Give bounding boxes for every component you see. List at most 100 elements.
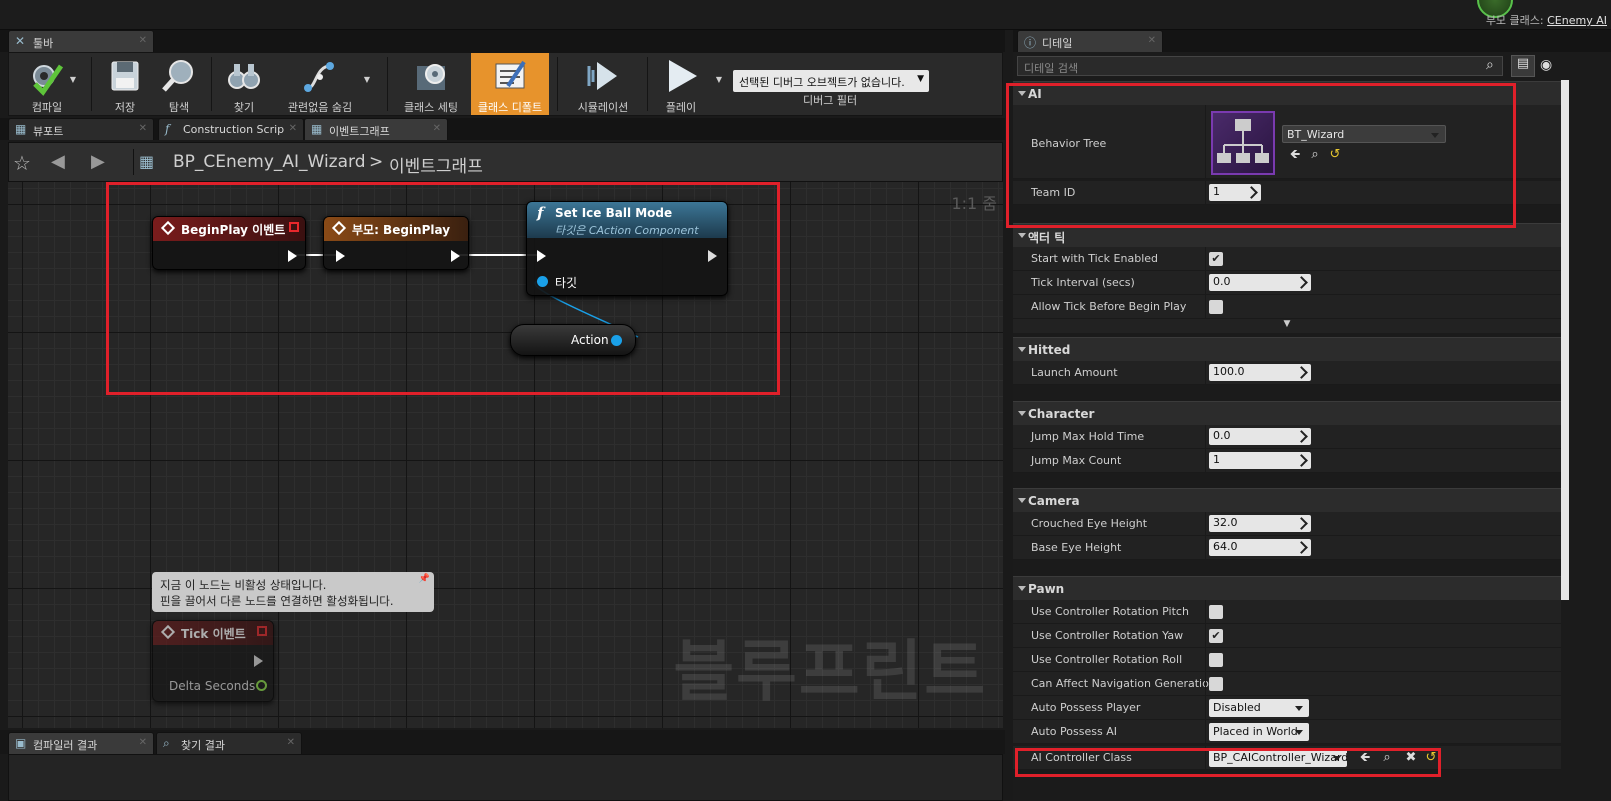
magnifier-icon (162, 60, 193, 92)
base-eye-field[interactable]: 64.0 (1209, 539, 1311, 556)
pin-icon[interactable]: 📌 (419, 574, 430, 584)
highlight-box-ai-controller (1015, 748, 1441, 777)
disabled-node-comment: 지금 이 노드는 비활성 상태입니다. 핀을 끌어서 다른 노드를 연결하면 활… (152, 572, 434, 612)
rotation-roll-checkbox[interactable] (1209, 653, 1223, 667)
forward-arrow-icon[interactable]: ▶ (91, 151, 105, 172)
tab-details[interactable]: ⓘ 디테일 ✕ (1017, 30, 1163, 52)
rotation-yaw-row: Use Controller Rotation Yaw ✔ (1013, 624, 1561, 648)
tick-interval-field[interactable]: 0.0 (1209, 274, 1311, 291)
defaults-checklist-icon (495, 60, 526, 89)
close-icon[interactable]: ✕ (289, 123, 297, 134)
tick-event-node[interactable]: Tick 이벤트 Delta Seconds (152, 620, 274, 702)
breadcrumb-graph[interactable]: 이벤트그래프 (389, 152, 483, 177)
compiler-results-panel (8, 754, 1003, 801)
node-graph-icon (304, 62, 334, 92)
details-icon: ⓘ (1024, 36, 1037, 50)
compiler-results-icon: ▣ (15, 736, 27, 750)
jump-count-field[interactable]: 1 (1209, 452, 1311, 469)
divider (211, 57, 212, 111)
tick-interval-row: Tick Interval (secs) 0.0 (1013, 271, 1561, 295)
close-icon[interactable]: ✕ (287, 737, 295, 748)
star-icon[interactable]: ☆ (13, 151, 31, 175)
section-pawn[interactable]: Pawn (1013, 576, 1561, 600)
save-button[interactable]: 저장 (99, 53, 151, 115)
hide-unrelated-button[interactable]: 관련없음 숨김 (273, 53, 367, 115)
section-camera[interactable]: Camera (1013, 488, 1561, 512)
auto-possess-ai-row: Auto Possess AI Placed in World (1013, 720, 1561, 744)
hide-unrelated-chevron-icon[interactable]: ▼ (359, 75, 375, 87)
tab-viewport[interactable]: ▦ 뷰포트 ✕ (8, 118, 154, 140)
details-tabstrip: ⓘ 디테일 ✕ (1013, 30, 1611, 52)
viewport-grid-icon: ▦ (15, 122, 27, 136)
toolbar-tabstrip: ✕ 툴바 ✕ (0, 30, 1005, 52)
close-icon[interactable]: ✕ (1148, 35, 1156, 46)
crouched-eye-field[interactable]: 32.0 (1209, 515, 1311, 532)
search-icon[interactable]: ⌕ (1486, 57, 1494, 73)
play-options-chevron-icon[interactable]: ▼ (711, 75, 727, 87)
browse-button[interactable]: 탐색 (153, 53, 205, 115)
editor-tabstrip: ▦ 뷰포트 ✕ f Construction Scrip ✕ ▦ 이벤트그래프 … (0, 118, 1005, 140)
jump-hold-row: Jump Max Hold Time 0.0 (1013, 425, 1561, 449)
tab-toolbar[interactable]: ✕ 툴바 ✕ (8, 30, 154, 52)
find-button[interactable]: 찾기 (217, 53, 271, 115)
start-tick-checkbox[interactable]: ✔ (1209, 252, 1223, 266)
play-icon (669, 60, 697, 92)
jump-hold-field[interactable]: 0.0 (1209, 428, 1311, 445)
simulation-button[interactable]: 시뮬레이션 (565, 53, 641, 115)
compile-options-chevron-icon[interactable]: ▼ (65, 75, 81, 87)
parent-class-link[interactable]: CEnemy AI (1547, 14, 1607, 27)
bottom-tabstrip: ▣ 컴파일러 결과 ✕ ⌕ 찾기 결과 ✕ (0, 730, 1005, 754)
details-search-input[interactable]: 디테일 검색 (1017, 56, 1503, 76)
nav-generation-row: Can Affect Navigation Generation (1013, 672, 1561, 696)
back-arrow-icon[interactable]: ◀ (51, 151, 65, 172)
highlight-box-graph (106, 182, 780, 395)
grid-view-icon[interactable]: ▤ (1511, 55, 1535, 77)
base-eye-row: Base Eye Height 64.0 (1013, 536, 1561, 560)
divider (557, 57, 558, 111)
section-hitted[interactable]: Hitted (1013, 337, 1561, 361)
class-settings-button[interactable]: 클래스 세팅 (395, 53, 467, 115)
auto-possess-player-select[interactable]: Disabled (1209, 699, 1309, 717)
divider (647, 57, 648, 111)
close-icon[interactable]: ✕ (139, 123, 147, 134)
delegate-pin-icon[interactable] (257, 626, 267, 636)
binoculars-icon (228, 64, 260, 89)
expand-advanced-chevron-icon[interactable]: ▼ (1013, 319, 1561, 333)
allow-tick-checkbox[interactable] (1209, 300, 1223, 314)
simulation-icon (587, 62, 617, 90)
crouched-eye-row: Crouched Eye Height 32.0 (1013, 512, 1561, 536)
exec-output-pin[interactable] (254, 655, 263, 667)
allow-tick-row: Allow Tick Before Begin Play (1013, 295, 1561, 319)
highlight-box-ai-section (1006, 83, 1516, 228)
delta-seconds-pin[interactable] (256, 680, 267, 691)
eye-icon[interactable]: ◉ (1540, 57, 1552, 73)
play-button[interactable]: 플레이 (653, 53, 709, 115)
title-bar: 부모 클래스: CEnemy AI (0, 0, 1611, 30)
tab-compiler-results[interactable]: ▣ 컴파일러 결과 ✕ (8, 732, 154, 754)
details-scrollbar[interactable] (1561, 80, 1569, 600)
magnifier-icon: ⌕ (163, 736, 170, 750)
rotation-pitch-checkbox[interactable] (1209, 605, 1223, 619)
debug-object-select[interactable]: 선택된 디버그 오브젝트가 없습니다. ▼ (733, 70, 929, 92)
divider (387, 57, 388, 111)
tab-find-results[interactable]: ⌕ 찾기 결과 ✕ (156, 732, 302, 754)
class-defaults-button[interactable]: 클래스 디폴트 (471, 53, 549, 115)
launch-amount-field[interactable]: 100.0 (1209, 364, 1311, 381)
rotation-yaw-checkbox[interactable]: ✔ (1209, 629, 1223, 643)
close-icon[interactable]: ✕ (139, 737, 147, 748)
section-character[interactable]: Character (1013, 401, 1561, 425)
close-icon[interactable]: ✕ (139, 35, 147, 46)
chevron-down-icon: ▼ (917, 74, 924, 84)
breadcrumb-blueprint[interactable]: BP_CEnemy_AI_Wizard (173, 152, 366, 172)
parent-class: 부모 클래스: CEnemy AI (1485, 14, 1607, 27)
auto-possess-ai-select[interactable]: Placed in World (1209, 723, 1309, 741)
rotation-roll-row: Use Controller Rotation Roll (1013, 648, 1561, 672)
tab-construction-script[interactable]: f Construction Scrip ✕ (158, 118, 304, 140)
jump-count-row: Jump Max Count 1 (1013, 449, 1561, 473)
nav-generation-checkbox[interactable] (1209, 677, 1223, 691)
settings-gear-icon (417, 64, 445, 90)
close-icon[interactable]: ✕ (433, 123, 441, 134)
tools-icon: ✕ (15, 34, 26, 48)
tab-event-graph[interactable]: ▦ 이벤트그래프 ✕ (304, 118, 448, 140)
start-tick-row: Start with Tick Enabled ✔ (1013, 247, 1561, 271)
